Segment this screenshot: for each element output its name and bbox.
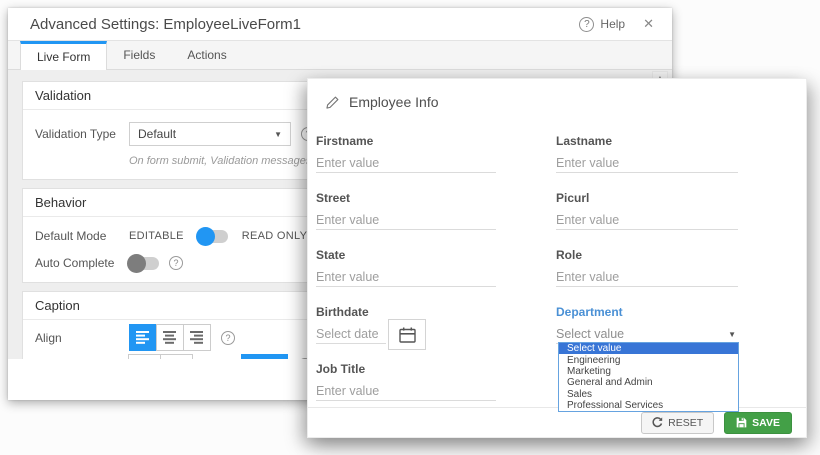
reset-button[interactable]: RESET bbox=[641, 412, 714, 434]
validation-type-value: Default bbox=[138, 127, 176, 141]
dialog-tabs: Live Form Fields Actions bbox=[8, 41, 672, 70]
dropdown-option[interactable]: Professional Services bbox=[559, 400, 738, 411]
close-icon[interactable]: ✕ bbox=[643, 16, 654, 32]
align-label: Align bbox=[35, 331, 129, 345]
department-field: Department Select value ▼ bbox=[556, 305, 738, 344]
dropdown-option[interactable]: Engineering bbox=[559, 354, 738, 365]
auto-complete-toggle[interactable] bbox=[129, 257, 159, 270]
align-help-icon[interactable]: ? bbox=[221, 331, 235, 345]
dropdown-option[interactable]: Marketing bbox=[559, 366, 738, 377]
position-label: Position bbox=[35, 358, 129, 359]
align-left-button[interactable] bbox=[129, 324, 157, 351]
default-mode-label: Default Mode bbox=[35, 229, 129, 243]
firstname-field: Firstname Enter value bbox=[316, 134, 496, 173]
read-only-label: READ ONLY bbox=[242, 230, 307, 242]
help-icon[interactable]: ? bbox=[579, 17, 594, 32]
tab-live-form[interactable]: Live Form bbox=[20, 41, 107, 70]
calendar-icon bbox=[399, 327, 416, 343]
lastname-input[interactable]: Enter value bbox=[556, 154, 738, 173]
dropdown-option[interactable]: General and Admin bbox=[559, 377, 738, 388]
pencil-icon bbox=[326, 96, 339, 109]
auto-complete-label: Auto Complete bbox=[35, 256, 129, 270]
dialog-title: Advanced Settings: EmployeeLiveForm1 bbox=[30, 16, 579, 33]
employee-info-panel: Employee Info Firstname Enter value Last… bbox=[307, 78, 807, 438]
picurl-field: Picurl Enter value bbox=[556, 191, 738, 230]
job-title-field: Job Title Enter value bbox=[316, 362, 496, 401]
street-label: Street bbox=[316, 191, 496, 205]
editable-label: EDITABLE bbox=[129, 230, 184, 242]
street-input[interactable]: Enter value bbox=[316, 211, 496, 230]
dropdown-option[interactable]: Select value bbox=[559, 343, 738, 354]
department-dropdown-list: Select value Engineering Marketing Gener… bbox=[558, 342, 739, 412]
align-right-icon bbox=[190, 331, 204, 344]
caption-position-right-button[interactable] bbox=[160, 354, 193, 359]
refresh-icon bbox=[652, 417, 663, 428]
toggle-knob bbox=[127, 254, 146, 273]
birthdate-label: Birthdate bbox=[316, 305, 496, 319]
default-mode-toggle[interactable] bbox=[198, 230, 228, 243]
align-center-button[interactable] bbox=[156, 324, 184, 351]
form-title: Employee Info bbox=[349, 94, 439, 110]
caption-position-left-button[interactable] bbox=[128, 354, 161, 359]
validation-type-select[interactable]: Default ▼ bbox=[129, 122, 291, 146]
department-label: Department bbox=[556, 305, 738, 319]
save-button[interactable]: SAVE bbox=[724, 412, 792, 434]
auto-complete-help-icon[interactable]: ? bbox=[169, 256, 183, 270]
state-label: State bbox=[316, 248, 496, 262]
tab-fields[interactable]: Fields bbox=[107, 41, 171, 69]
save-icon bbox=[736, 417, 747, 428]
lastname-label: Lastname bbox=[556, 134, 738, 148]
role-label: Role bbox=[556, 248, 738, 262]
caret-down-icon: ▼ bbox=[274, 130, 282, 139]
job-title-input[interactable]: Enter value bbox=[316, 382, 496, 401]
tab-actions[interactable]: Actions bbox=[171, 41, 242, 69]
birthdate-field: Birthdate Select date bbox=[316, 305, 496, 344]
caret-down-icon: ▼ bbox=[728, 330, 736, 339]
dialog-header: Advanced Settings: EmployeeLiveForm1 ? H… bbox=[8, 8, 672, 41]
picurl-label: Picurl bbox=[556, 191, 738, 205]
firstname-input[interactable]: Enter value bbox=[316, 154, 496, 173]
align-right-button[interactable] bbox=[183, 324, 211, 351]
validation-type-label: Validation Type bbox=[35, 127, 129, 141]
align-center-icon bbox=[163, 331, 177, 344]
picurl-input[interactable]: Enter value bbox=[556, 211, 738, 230]
help-link[interactable]: Help bbox=[600, 17, 625, 31]
lastname-field: Lastname Enter value bbox=[556, 134, 738, 173]
firstname-label: Firstname bbox=[316, 134, 496, 148]
job-title-label: Job Title bbox=[316, 362, 496, 376]
state-field: State Enter value bbox=[316, 248, 496, 287]
state-input[interactable]: Enter value bbox=[316, 268, 496, 287]
caption-position-top-button[interactable] bbox=[241, 354, 288, 359]
role-field: Role Enter value bbox=[556, 248, 738, 287]
role-input[interactable]: Enter value bbox=[556, 268, 738, 287]
birthdate-input[interactable]: Select date bbox=[316, 325, 386, 344]
align-left-icon bbox=[136, 331, 150, 344]
date-picker-button[interactable] bbox=[388, 319, 426, 350]
street-field: Street Enter value bbox=[316, 191, 496, 230]
toggle-knob bbox=[196, 227, 215, 246]
form-title-row: Employee Info bbox=[308, 79, 806, 118]
dropdown-option[interactable]: Sales bbox=[559, 389, 738, 400]
